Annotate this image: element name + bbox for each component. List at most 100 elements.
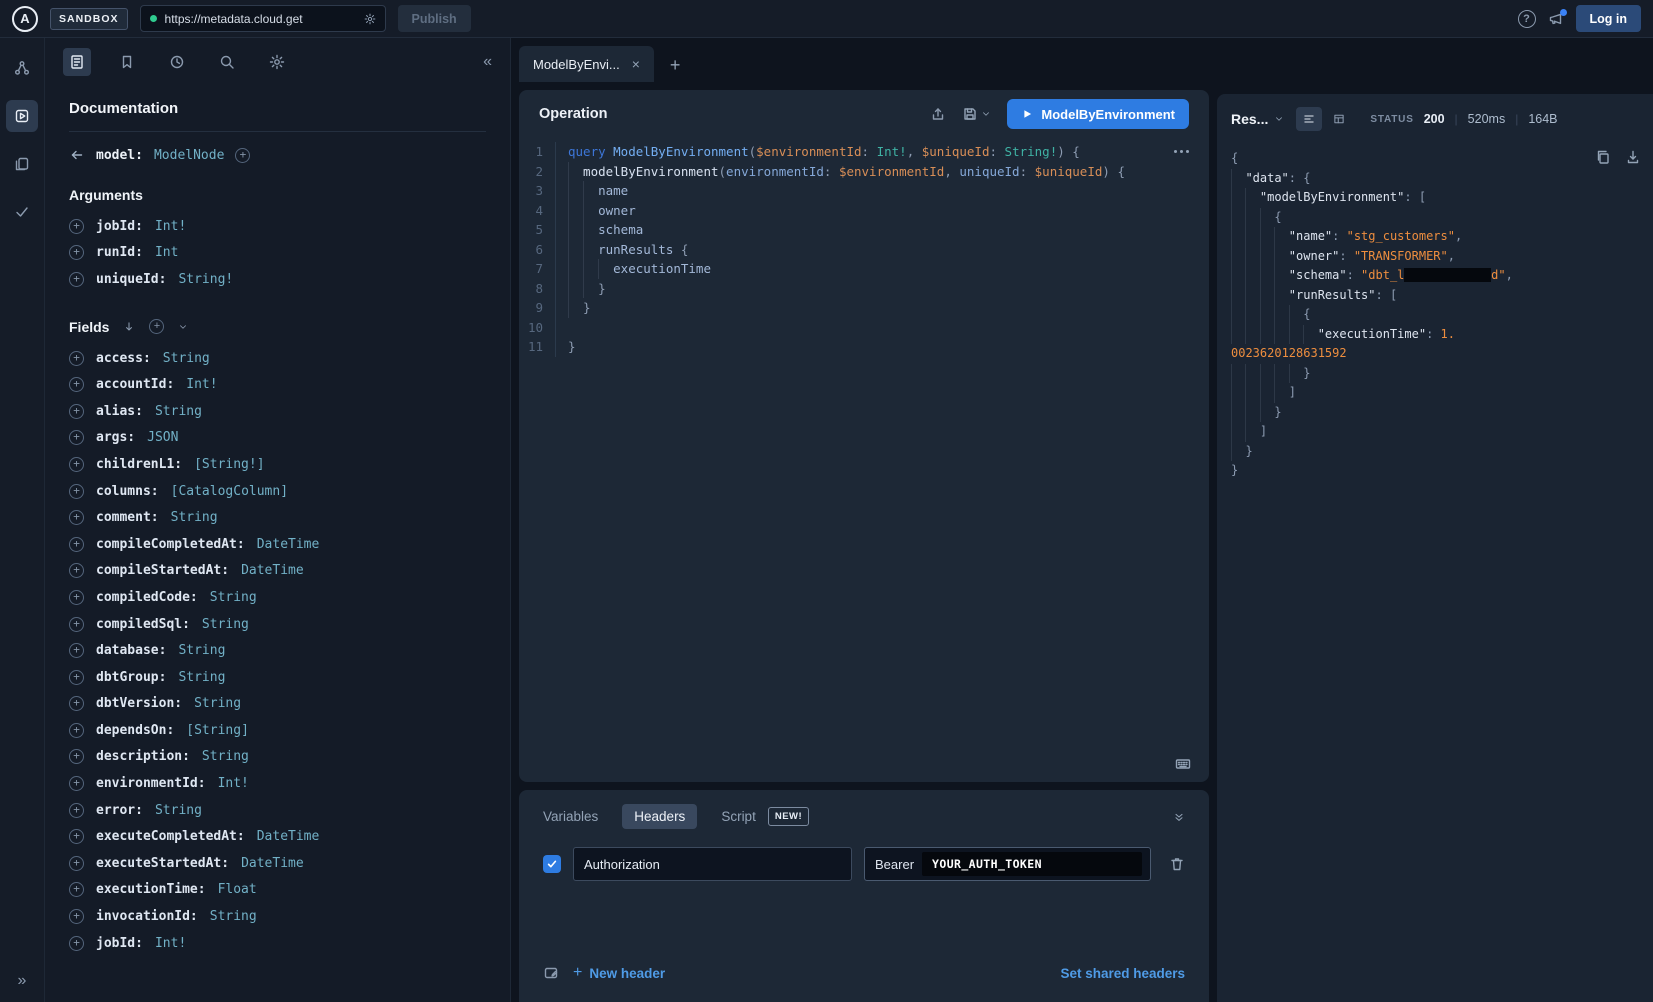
add-field-icon[interactable]: +	[69, 856, 84, 871]
add-field-icon[interactable]: +	[69, 617, 84, 632]
operation-tab[interactable]: ModelByEnvi... ×	[519, 46, 654, 82]
add-field-icon[interactable]: +	[69, 377, 84, 392]
doc-field-row[interactable]: +executeStartedAt:DateTime	[69, 850, 486, 877]
editor-line[interactable]: 6runResults {	[519, 240, 1209, 260]
doc-field-row[interactable]: +compiledCode:String	[69, 584, 486, 611]
settings-gear-icon[interactable]	[263, 48, 291, 76]
field-type-link[interactable]: String	[171, 510, 218, 525]
field-type-link[interactable]: Int!	[218, 776, 249, 791]
back-arrow-icon[interactable]	[69, 147, 85, 163]
doc-field-row[interactable]: +compileStartedAt:DateTime	[69, 558, 486, 585]
editor-line[interactable]: 10	[519, 318, 1209, 338]
help-icon[interactable]: ?	[1518, 10, 1536, 28]
doc-field-row[interactable]: +columns:[CatalogColumn]	[69, 478, 486, 505]
collections-icon[interactable]	[6, 148, 38, 180]
header-key-input[interactable]	[573, 847, 852, 881]
add-all-fields-icon[interactable]: +	[149, 319, 164, 334]
doc-field-row[interactable]: +jobId:Int!	[69, 213, 486, 240]
auth-token-value[interactable]: YOUR_AUTH_TOKEN	[922, 852, 1142, 876]
field-type-link[interactable]: JSON	[147, 430, 178, 445]
field-type-link[interactable]: String	[155, 404, 202, 419]
field-type-link[interactable]: String	[202, 617, 249, 632]
doc-field-row[interactable]: +error:String	[69, 797, 486, 824]
field-type-link[interactable]: DateTime	[257, 537, 320, 552]
doc-field-row[interactable]: +executionTime:Float	[69, 877, 486, 904]
field-type-link[interactable]: String	[210, 590, 257, 605]
collapse-docs-icon[interactable]: «	[483, 53, 492, 71]
add-field-icon[interactable]: +	[69, 643, 84, 658]
doc-field-row[interactable]: +compileCompletedAt:DateTime	[69, 531, 486, 558]
editor-line[interactable]: 9}	[519, 298, 1209, 318]
add-field-icon[interactable]: +	[69, 563, 84, 578]
table-view-icon[interactable]	[1326, 107, 1352, 131]
field-type-link[interactable]: Int!	[155, 219, 186, 234]
add-field-icon[interactable]: +	[69, 404, 84, 419]
field-type-link[interactable]: [String!]	[194, 457, 264, 472]
field-type-link[interactable]: DateTime	[241, 563, 304, 578]
add-field-icon[interactable]: +	[69, 537, 84, 552]
add-field-icon[interactable]: +	[69, 723, 84, 738]
connection-settings-gear-icon[interactable]	[364, 13, 376, 25]
environment-variables-icon[interactable]	[543, 965, 559, 981]
field-type-link[interactable]: String	[178, 670, 225, 685]
add-field-icon[interactable]: +	[69, 936, 84, 951]
field-type-link[interactable]: String	[210, 909, 257, 924]
new-header-button[interactable]: + New header	[573, 964, 665, 982]
editor-line[interactable]: 4owner	[519, 201, 1209, 221]
schema-graph-icon[interactable]	[6, 52, 38, 84]
add-field-icon[interactable]: +	[69, 670, 84, 685]
breadcrumb-type-link[interactable]: ModelNode	[154, 148, 224, 163]
field-type-link[interactable]: Int!	[155, 936, 186, 951]
response-title-dropdown[interactable]: Res...	[1231, 111, 1284, 127]
field-type-link[interactable]: String	[202, 749, 249, 764]
publish-button[interactable]: Publish	[398, 5, 471, 32]
doc-field-row[interactable]: +comment:String	[69, 504, 486, 531]
checks-icon[interactable]	[6, 196, 38, 228]
field-type-link[interactable]: Int!	[186, 377, 217, 392]
add-field-icon[interactable]: +	[69, 590, 84, 605]
save-operation-control[interactable]	[962, 106, 991, 122]
field-type-link[interactable]: String	[178, 643, 225, 658]
close-tab-icon[interactable]: ×	[632, 56, 640, 72]
share-operation-icon[interactable]	[930, 106, 946, 122]
collapse-panel-icon[interactable]	[1173, 811, 1185, 823]
add-field-icon[interactable]: +	[69, 776, 84, 791]
editor-line[interactable]: 3name	[519, 181, 1209, 201]
doc-field-row[interactable]: +invocationId:String	[69, 903, 486, 930]
doc-field-row[interactable]: +access:String	[69, 345, 486, 372]
add-field-icon[interactable]: +	[69, 909, 84, 924]
editor-line[interactable]: 11}	[519, 337, 1209, 357]
field-type-link[interactable]: [String]	[186, 723, 249, 738]
doc-field-row[interactable]: +args:JSON	[69, 425, 486, 452]
add-field-icon[interactable]: +	[69, 696, 84, 711]
field-type-link[interactable]: Float	[218, 882, 257, 897]
delete-header-icon[interactable]	[1169, 856, 1185, 872]
field-type-link[interactable]: [CatalogColumn]	[171, 484, 288, 499]
add-type-icon[interactable]: +	[235, 148, 250, 163]
doc-field-row[interactable]: +runId:Int	[69, 240, 486, 267]
copy-response-icon[interactable]	[1595, 149, 1611, 165]
apollo-logo[interactable]: A	[12, 6, 38, 32]
keyboard-shortcuts-icon[interactable]	[1175, 756, 1191, 772]
documentation-tab-icon[interactable]	[63, 48, 91, 76]
add-field-icon[interactable]: +	[69, 882, 84, 897]
add-field-icon[interactable]: +	[69, 749, 84, 764]
announcements-icon[interactable]	[1548, 11, 1564, 27]
set-shared-headers-link[interactable]: Set shared headers	[1060, 966, 1185, 981]
header-value-field[interactable]: Bearer YOUR_AUTH_TOKEN	[864, 847, 1151, 881]
add-field-icon[interactable]: +	[69, 219, 84, 234]
add-field-icon[interactable]: +	[69, 272, 84, 287]
run-operation-button[interactable]: ModelByEnvironment	[1007, 99, 1189, 129]
doc-field-row[interactable]: +jobId:Int!	[69, 930, 486, 957]
history-icon[interactable]	[163, 48, 191, 76]
doc-field-row[interactable]: +dbtGroup:String	[69, 664, 486, 691]
saved-operations-bookmark-icon[interactable]	[113, 48, 141, 76]
search-icon[interactable]	[213, 48, 241, 76]
graphql-editor[interactable]: 1query ModelByEnvironment($environmentId…	[519, 138, 1209, 782]
field-type-link[interactable]: String	[155, 803, 202, 818]
tab-variables[interactable]: Variables	[543, 804, 598, 829]
field-type-link[interactable]: String	[194, 696, 241, 711]
add-field-icon[interactable]: +	[69, 457, 84, 472]
doc-field-row[interactable]: +description:String	[69, 744, 486, 771]
tab-script[interactable]: Script	[721, 804, 756, 829]
